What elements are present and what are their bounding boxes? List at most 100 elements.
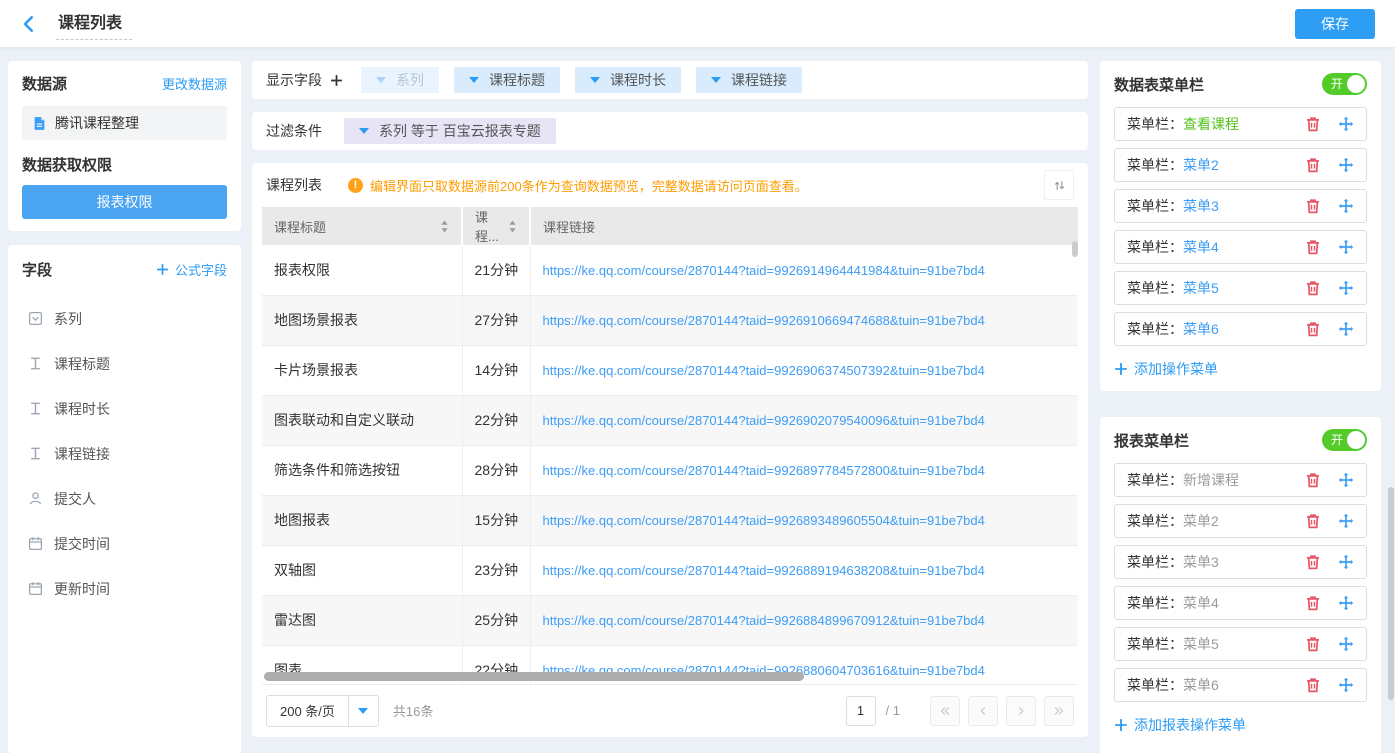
trash-icon[interactable]	[1305, 239, 1321, 255]
total-pages: / 1	[886, 703, 900, 718]
trash-icon[interactable]	[1305, 321, 1321, 337]
field-list: 系列课程标题课程时长课程链接提交人提交时间更新时间	[22, 292, 227, 611]
field-item[interactable]: 课程时长	[28, 386, 227, 431]
move-icon[interactable]	[1338, 677, 1354, 693]
add-display-field-button[interactable]	[330, 74, 343, 87]
table-scroll-area[interactable]: 课程标题 课程...	[262, 207, 1078, 684]
menu-item-value[interactable]: 菜单3	[1183, 552, 1219, 572]
first-page-button[interactable]	[930, 696, 960, 726]
table-row: 双轴图23分钟https://ke.qq.com/course/2870144?…	[262, 545, 1078, 595]
toggle-knob	[1347, 431, 1365, 449]
trash-icon[interactable]	[1305, 116, 1321, 132]
report-menubar-toggle[interactable]: 开	[1322, 429, 1367, 451]
trash-icon[interactable]	[1305, 472, 1321, 488]
field-item[interactable]: 课程标题	[28, 341, 227, 386]
page-size-select[interactable]: 200 条/页	[266, 695, 379, 727]
datatable-menubar-toggle[interactable]: 开	[1322, 73, 1367, 95]
add-report-menu-link[interactable]: 添加报表操作菜单	[1114, 715, 1367, 735]
course-link[interactable]: https://ke.qq.com/course/2870144?taid=99…	[543, 513, 985, 528]
course-link[interactable]: https://ke.qq.com/course/2870144?taid=99…	[543, 413, 985, 428]
display-field-tag[interactable]: 课程时长	[575, 67, 681, 93]
menu-item-value[interactable]: 菜单4	[1183, 593, 1219, 613]
field-item[interactable]: 课程链接	[28, 431, 227, 476]
move-icon[interactable]	[1338, 513, 1354, 529]
filter-condition-tag[interactable]: 系列 等于 百宝云报表专题	[344, 118, 556, 144]
table-row: 筛选条件和筛选按钮28分钟https://ke.qq.com/course/28…	[262, 445, 1078, 495]
menu-item-value[interactable]: 菜单6	[1183, 675, 1219, 695]
trash-icon[interactable]	[1305, 513, 1321, 529]
course-link[interactable]: https://ke.qq.com/course/2870144?taid=99…	[543, 263, 985, 278]
field-label: 提交时间	[54, 534, 110, 554]
add-menu-link[interactable]: 添加操作菜单	[1114, 359, 1367, 379]
add-formula-field-link[interactable]: 公式字段	[156, 260, 227, 279]
prev-page-button[interactable]	[968, 696, 998, 726]
last-page-button[interactable]	[1044, 696, 1074, 726]
trash-icon[interactable]	[1305, 280, 1321, 296]
menu-item-value[interactable]: 菜单5	[1183, 278, 1219, 298]
horizontal-scrollbar[interactable]	[264, 672, 804, 681]
move-icon[interactable]	[1338, 321, 1354, 337]
menu-item-value[interactable]: 菜单2	[1183, 155, 1219, 175]
field-label: 课程时长	[54, 399, 110, 419]
move-icon[interactable]	[1338, 239, 1354, 255]
menu-item-value[interactable]: 查看课程	[1183, 114, 1239, 134]
move-icon[interactable]	[1338, 472, 1354, 488]
top-bar: 课程列表 保存	[0, 0, 1395, 47]
menu-item: 菜单栏：菜单5	[1114, 271, 1367, 305]
trash-icon[interactable]	[1305, 157, 1321, 173]
trash-icon[interactable]	[1305, 554, 1321, 570]
trash-icon[interactable]	[1305, 677, 1321, 693]
trash-icon[interactable]	[1305, 198, 1321, 214]
field-item[interactable]: 提交时间	[28, 521, 227, 566]
display-field-tag[interactable]: 课程标题	[454, 67, 560, 93]
menu-item-value[interactable]: 菜单4	[1183, 237, 1219, 257]
table-header-bar: 课程列表 编辑界面只取数据源前200条作为查询数据预览，完整数据请访问页面查看。	[262, 163, 1078, 207]
display-field-tag[interactable]: 系列	[361, 67, 439, 93]
move-icon[interactable]	[1338, 198, 1354, 214]
course-link[interactable]: https://ke.qq.com/course/2870144?taid=99…	[543, 363, 985, 378]
menu-item-value[interactable]: 新增课程	[1183, 470, 1239, 490]
move-icon[interactable]	[1338, 280, 1354, 296]
left-sidebar: 数据源 更改数据源 腾讯课程整理 数据获取权限 报表权限 字段 公式字段 系列课…	[8, 61, 241, 753]
row-order-button[interactable]	[1044, 170, 1074, 200]
menu-item-value[interactable]: 菜单2	[1183, 511, 1219, 531]
sort-icon[interactable]	[440, 219, 449, 234]
move-icon[interactable]	[1338, 554, 1354, 570]
display-field-tag[interactable]: 课程链接	[696, 67, 802, 93]
field-item[interactable]: 系列	[28, 296, 227, 341]
move-icon[interactable]	[1338, 595, 1354, 611]
report-permission-button[interactable]: 报表权限	[22, 185, 227, 219]
field-item[interactable]: 提交人	[28, 476, 227, 521]
menu-item-value[interactable]: 菜单3	[1183, 196, 1219, 216]
course-link[interactable]: https://ke.qq.com/course/2870144?taid=99…	[543, 563, 985, 578]
sort-icon[interactable]	[508, 219, 517, 234]
change-datasource-link[interactable]: 更改数据源	[162, 74, 227, 93]
column-header-course-title[interactable]: 课程标题	[262, 207, 462, 245]
menu-item-label: 菜单栏：	[1127, 511, 1183, 531]
save-button[interactable]: 保存	[1295, 9, 1375, 39]
move-icon[interactable]	[1338, 116, 1354, 132]
column-label: 课程标题	[274, 217, 326, 236]
course-link[interactable]: https://ke.qq.com/course/2870144?taid=99…	[543, 613, 985, 628]
table-vertical-scrollbar[interactable]	[1072, 241, 1078, 257]
datasource-panel: 数据源 更改数据源 腾讯课程整理 数据获取权限 报表权限	[8, 61, 241, 231]
pager-group: 1 / 1	[846, 696, 1074, 726]
current-page-input[interactable]: 1	[846, 696, 876, 726]
page-vertical-scrollbar[interactable]	[1388, 487, 1394, 700]
menu-item-value[interactable]: 菜单6	[1183, 319, 1219, 339]
column-header-course-link[interactable]: 课程链接	[530, 207, 1078, 245]
next-page-button[interactable]	[1006, 696, 1036, 726]
back-button[interactable]	[20, 14, 40, 34]
trash-icon[interactable]	[1305, 595, 1321, 611]
trash-icon[interactable]	[1305, 636, 1321, 652]
datasource-item[interactable]: 腾讯课程整理	[22, 106, 227, 140]
menu-item-value[interactable]: 菜单5	[1183, 634, 1219, 654]
field-item[interactable]: 更新时间	[28, 566, 227, 611]
move-icon[interactable]	[1338, 157, 1354, 173]
plus-icon	[1114, 718, 1128, 732]
course-title-cell: 双轴图	[262, 545, 462, 595]
course-link[interactable]: https://ke.qq.com/course/2870144?taid=99…	[543, 463, 985, 478]
move-icon[interactable]	[1338, 636, 1354, 652]
course-link[interactable]: https://ke.qq.com/course/2870144?taid=99…	[543, 313, 985, 328]
column-header-course-duration[interactable]: 课程...	[462, 207, 530, 245]
